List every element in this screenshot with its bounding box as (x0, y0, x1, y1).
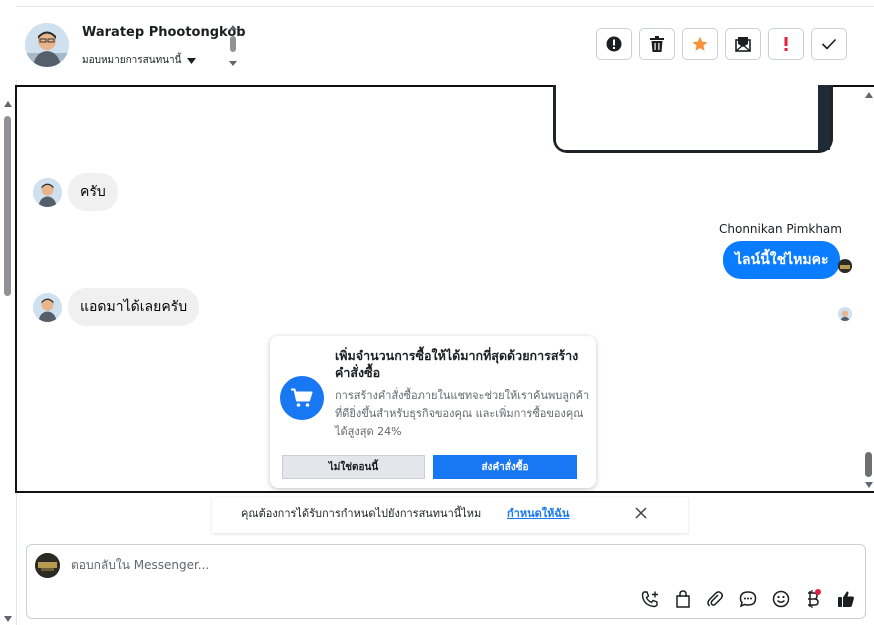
follow-up-button[interactable] (768, 28, 804, 60)
not-now-button[interactable]: ไม่ใช่ตอนนี้ (282, 455, 425, 479)
assign-dropdown[interactable]: มอบหมายการสนทนานี้ (82, 53, 197, 68)
trash-icon (650, 36, 664, 52)
exclamation-circle-icon (606, 36, 622, 52)
reply-composer (26, 544, 866, 619)
page-scrollbar-thumb[interactable] (4, 116, 11, 296)
contact-avatar-small[interactable] (33, 178, 62, 207)
shopping-bag-icon (676, 590, 690, 608)
incoming-message-bubble[interactable]: ครับ (68, 173, 118, 211)
header-divider (16, 6, 874, 7)
sender-name: Chonnikan Pimkham (719, 222, 842, 236)
star-button[interactable] (682, 28, 718, 60)
add-call-button[interactable] (640, 589, 660, 609)
media-preview (556, 85, 816, 150)
shop-button[interactable] (673, 589, 693, 609)
contact-avatar[interactable] (25, 23, 69, 67)
check-icon (821, 38, 837, 50)
incoming-message-bubble[interactable]: แอดมาได้เลยครับ (68, 288, 200, 326)
promo-cart-badge (280, 376, 324, 420)
contact-seen-avatar (838, 307, 852, 321)
outgoing-message-bubble[interactable]: ไลน์นี้ใช่ไหมคะ (723, 241, 841, 279)
scroll-up-arrow-icon[interactable] (3, 100, 13, 108)
emoji-button[interactable] (771, 589, 791, 609)
contact-avatar-small[interactable] (33, 293, 62, 322)
page-avatar (35, 553, 60, 578)
close-icon[interactable] (633, 505, 649, 521)
done-button[interactable] (811, 28, 847, 60)
caret-down-icon (187, 57, 197, 64)
delete-button[interactable] (639, 28, 675, 60)
attach-button[interactable] (705, 589, 725, 609)
shared-media-card[interactable] (553, 85, 833, 153)
seen-receipt-avatar (838, 259, 852, 273)
send-order-button[interactable]: ส่งคำสั่งซื้อ (433, 455, 577, 479)
promo-description: การสร้างคำสั่งซื้อภายในแชทจะช่วยให้เราค้… (335, 389, 590, 438)
thread-scroll-up-icon[interactable] (864, 91, 874, 99)
assign-notice-banner: คุณต้องการได้รับการกำหนดไปยังการสนทนานี้… (212, 497, 688, 533)
assign-to-me-link[interactable]: กำหนดให้ฉัน (507, 504, 569, 522)
chat-bubble-icon (739, 591, 757, 608)
paperclip-icon (707, 591, 723, 607)
smiley-icon (772, 590, 790, 608)
contact-name[interactable]: Waratep Phootongkob (82, 25, 246, 40)
media-edge (818, 85, 830, 150)
reply-input[interactable] (71, 556, 571, 574)
scroll-down-arrow-icon[interactable] (3, 615, 13, 623)
thread-scrollbar-thumb[interactable] (865, 452, 872, 477)
baht-icon (808, 589, 821, 608)
shopping-cart-icon (291, 388, 313, 407)
thread-scroll-down-icon[interactable] (864, 481, 874, 489)
star-icon (692, 36, 708, 51)
spam-button[interactable] (596, 28, 632, 60)
envelope-icon (735, 37, 751, 52)
mark-unread-button[interactable] (725, 28, 761, 60)
promo-title: เพิ่มจำนวนการซื้อให้ได้มากที่สุดด้วยการส… (335, 348, 579, 380)
create-order-promo-card: เพิ่มจำนวนการซื้อให้ได้มากที่สุดด้วยการส… (270, 336, 596, 488)
header-mini-scrollbar[interactable] (226, 24, 240, 68)
assign-notice-text: คุณต้องการได้รับการกำหนดไปยังการสนทนานี้… (241, 507, 482, 520)
saved-replies-button[interactable] (738, 589, 758, 609)
assign-label: มอบหมายการสนทนานี้ (82, 55, 182, 66)
exclamation-icon (784, 37, 788, 51)
thumbs-up-icon (838, 591, 854, 607)
payment-button[interactable] (803, 589, 823, 609)
phone-plus-icon (641, 591, 658, 608)
like-button[interactable] (836, 589, 856, 609)
